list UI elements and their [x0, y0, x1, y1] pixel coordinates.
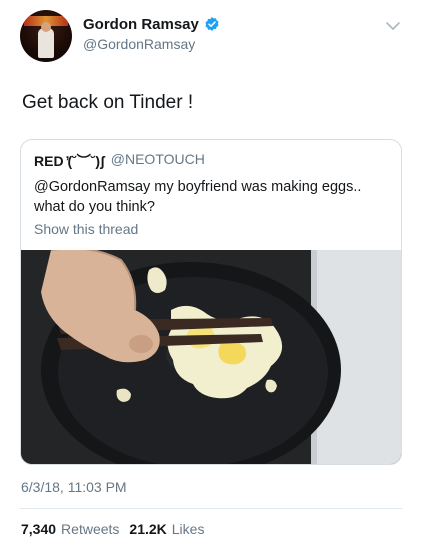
likes-label[interactable]: Likes — [172, 521, 205, 537]
tweet: Gordon Ramsay @GordonRamsay Get back on … — [0, 0, 421, 549]
tweet-text: Get back on Tinder ! — [22, 92, 194, 113]
quoted-display-name: RED ̓(˘︶˘)ʃ — [34, 153, 105, 169]
chevron-down-icon[interactable] — [385, 20, 401, 32]
name-row: Gordon Ramsay — [83, 14, 220, 34]
eggs-in-pan-image — [21, 250, 401, 464]
tweet-stats: 7,340 Retweets 21.2K Likes — [21, 521, 214, 537]
retweets-count[interactable]: 7,340 — [21, 521, 56, 537]
show-thread-link[interactable]: Show this thread — [34, 221, 138, 237]
quoted-tweet[interactable]: RED ̓(˘︶˘)ʃ @NEOTOUCH @GordonRamsay my b… — [20, 139, 402, 465]
quoted-media-image[interactable] — [21, 250, 401, 464]
likes-count[interactable]: 21.2K — [129, 521, 166, 537]
avatar-head — [41, 22, 51, 32]
author-block: Gordon Ramsay @GordonRamsay — [83, 14, 220, 52]
quoted-tweet-text: @GordonRamsay my boyfriend was making eg… — [34, 179, 362, 215]
quoted-handle: @NEOTOUCH — [110, 151, 205, 167]
divider — [20, 508, 402, 509]
verified-badge-icon — [205, 17, 219, 31]
author-handle[interactable]: @GordonRamsay — [83, 36, 220, 52]
author-display-name[interactable]: Gordon Ramsay — [83, 16, 199, 33]
avatar-body — [38, 28, 54, 58]
tweet-timestamp[interactable]: 6/3/18, 11:03 PM — [21, 479, 127, 495]
quoted-tweet-header: RED ̓(˘︶˘)ʃ @NEOTOUCH — [34, 151, 205, 171]
retweets-label[interactable]: Retweets — [61, 521, 119, 537]
avatar[interactable] — [20, 10, 72, 62]
